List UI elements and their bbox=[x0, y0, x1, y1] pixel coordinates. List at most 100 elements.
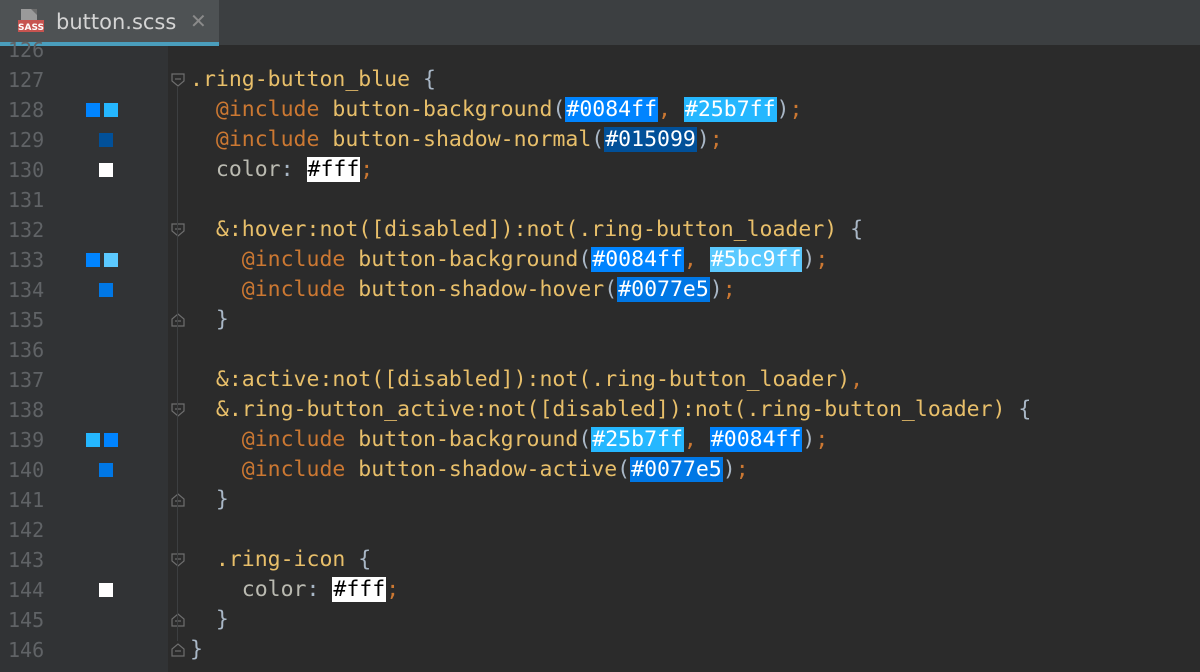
color-swatch[interactable] bbox=[104, 103, 118, 117]
code-line[interactable]: 129 @include button-shadow-normal(#01509… bbox=[0, 125, 1200, 155]
line-number[interactable]: 138 bbox=[8, 399, 56, 421]
line-number[interactable]: 144 bbox=[8, 579, 56, 601]
code-line[interactable]: 134 @include button-shadow-hover(#0077e5… bbox=[0, 275, 1200, 305]
code-line[interactable]: 141 } bbox=[0, 485, 1200, 515]
code-text[interactable]: @include button-shadow-normal(#015099); bbox=[190, 126, 723, 154]
code-line[interactable]: 138 &.ring-button_active:not([disabled])… bbox=[0, 395, 1200, 425]
code-line[interactable]: 139 @include button-background(#25b7ff, … bbox=[0, 425, 1200, 455]
color-swatch[interactable] bbox=[86, 253, 100, 267]
code-text[interactable]: color: #fff; bbox=[190, 156, 373, 184]
code-token: button-shadow-hover bbox=[345, 277, 605, 302]
code-line[interactable]: 133 @include button-background(#0084ff, … bbox=[0, 245, 1200, 275]
fold-end-icon[interactable] bbox=[170, 642, 186, 658]
color-swatch[interactable] bbox=[104, 253, 118, 267]
line-number[interactable]: 128 bbox=[8, 99, 56, 121]
line-number[interactable]: 131 bbox=[8, 189, 56, 211]
code-text[interactable]: &.ring-button_active:not([disabled]):not… bbox=[190, 396, 1031, 424]
line-number[interactable]: 141 bbox=[8, 489, 56, 511]
code-line[interactable]: 136 bbox=[0, 335, 1200, 365]
code-text[interactable]: .ring-icon { bbox=[190, 546, 371, 574]
code-token: @include bbox=[241, 427, 346, 452]
line-number[interactable]: 136 bbox=[8, 339, 56, 361]
code-line[interactable]: 143 .ring-icon { bbox=[0, 545, 1200, 575]
code-line[interactable]: 130 color: #fff; bbox=[0, 155, 1200, 185]
fold-end-icon[interactable] bbox=[170, 612, 186, 628]
line-number[interactable]: 129 bbox=[8, 129, 56, 151]
code-line[interactable]: 131 bbox=[0, 185, 1200, 215]
line-number[interactable]: 130 bbox=[8, 159, 56, 181]
code-line[interactable]: 142 bbox=[0, 515, 1200, 545]
code-text[interactable]: } bbox=[190, 636, 203, 664]
code-line[interactable]: 127 .ring-button_blue { bbox=[0, 65, 1200, 95]
color-literal: #0084ff bbox=[709, 427, 803, 452]
color-swatch[interactable] bbox=[99, 583, 113, 597]
code-token: @include bbox=[215, 97, 320, 122]
code-line[interactable]: 132 &:hover:not([disabled]):not(.ring-bu… bbox=[0, 215, 1200, 245]
code-text[interactable]: @include button-background(#0084ff, #25b… bbox=[190, 96, 802, 124]
line-number[interactable]: 137 bbox=[8, 369, 56, 391]
code-text[interactable]: .ring-button_blue { bbox=[190, 66, 436, 94]
fold-collapse-icon[interactable] bbox=[170, 222, 186, 238]
code-line[interactable]: 137 &:active:not([disabled]):not(.ring-b… bbox=[0, 365, 1200, 395]
code-token: : bbox=[280, 157, 307, 182]
code-text[interactable]: } bbox=[190, 486, 229, 514]
code-token: ; bbox=[815, 247, 829, 272]
color-swatch[interactable] bbox=[99, 163, 113, 177]
line-number[interactable]: 140 bbox=[8, 459, 56, 481]
code-text[interactable]: color: #fff; bbox=[190, 576, 399, 604]
close-icon[interactable]: ✕ bbox=[190, 9, 207, 33]
code-token: ) bbox=[802, 427, 816, 452]
line-number[interactable]: 126 bbox=[8, 39, 56, 61]
fold-end-icon[interactable] bbox=[170, 312, 186, 328]
code-line[interactable]: 144 color: #fff; bbox=[0, 575, 1200, 605]
code-text[interactable]: @include button-background(#0084ff, #5bc… bbox=[190, 246, 828, 274]
tab-title: button.scss bbox=[56, 10, 177, 34]
line-number[interactable]: 146 bbox=[8, 639, 56, 661]
code-text[interactable]: } bbox=[190, 306, 229, 334]
line-number[interactable]: 127 bbox=[8, 69, 56, 91]
line-number[interactable]: 132 bbox=[8, 219, 56, 241]
color-swatch[interactable] bbox=[99, 133, 113, 147]
color-swatch[interactable] bbox=[86, 433, 100, 447]
code-text[interactable]: @include button-background(#25b7ff, #008… bbox=[190, 426, 828, 454]
color-swatch[interactable] bbox=[86, 103, 100, 117]
line-number[interactable]: 134 bbox=[8, 279, 56, 301]
code-line[interactable]: 147 bbox=[0, 665, 1200, 672]
code-line[interactable]: 145 } bbox=[0, 605, 1200, 635]
code-token: ) bbox=[722, 457, 736, 482]
line-number[interactable]: 135 bbox=[8, 309, 56, 331]
fold-collapse-icon[interactable] bbox=[170, 552, 186, 568]
line-number[interactable]: 143 bbox=[8, 549, 56, 571]
code-token: } bbox=[190, 307, 229, 332]
code-text[interactable]: @include button-shadow-active(#0077e5); bbox=[190, 456, 749, 484]
code-token: @include bbox=[241, 277, 346, 302]
code-text[interactable]: &:active:not([disabled]):not(.ring-butto… bbox=[190, 366, 863, 394]
code-token: color bbox=[215, 157, 281, 182]
code-line[interactable]: 135 } bbox=[0, 305, 1200, 335]
color-swatch[interactable] bbox=[99, 283, 113, 297]
line-number[interactable]: 139 bbox=[8, 429, 56, 451]
code-line[interactable]: 128 @include button-background(#0084ff, … bbox=[0, 95, 1200, 125]
line-number[interactable]: 145 bbox=[8, 609, 56, 631]
line-number[interactable]: 133 bbox=[8, 249, 56, 271]
color-swatch[interactable] bbox=[104, 433, 118, 447]
color-swatch[interactable] bbox=[99, 463, 113, 477]
code-text[interactable]: @include button-shadow-hover(#0077e5); bbox=[190, 276, 736, 304]
code-line[interactable]: 126 bbox=[0, 35, 1200, 65]
code-editor[interactable]: SASS button.scss ✕ 126 127 .ring-button_bl… bbox=[0, 0, 1200, 672]
code-line[interactable]: 146} bbox=[0, 635, 1200, 665]
color-literal: #fff bbox=[306, 157, 361, 182]
fold-collapse-icon[interactable] bbox=[170, 402, 186, 418]
code-text[interactable]: &:hover:not([disabled]):not(.ring-button… bbox=[190, 216, 863, 244]
fold-collapse-icon[interactable] bbox=[170, 72, 186, 88]
fold-end-icon[interactable] bbox=[170, 492, 186, 508]
line-number[interactable]: 142 bbox=[8, 519, 56, 541]
code-text[interactable]: } bbox=[190, 606, 229, 634]
code-token: { bbox=[410, 67, 436, 92]
code-line[interactable]: 140 @include button-shadow-active(#0077e… bbox=[0, 455, 1200, 485]
code-token: button-background bbox=[319, 97, 553, 122]
